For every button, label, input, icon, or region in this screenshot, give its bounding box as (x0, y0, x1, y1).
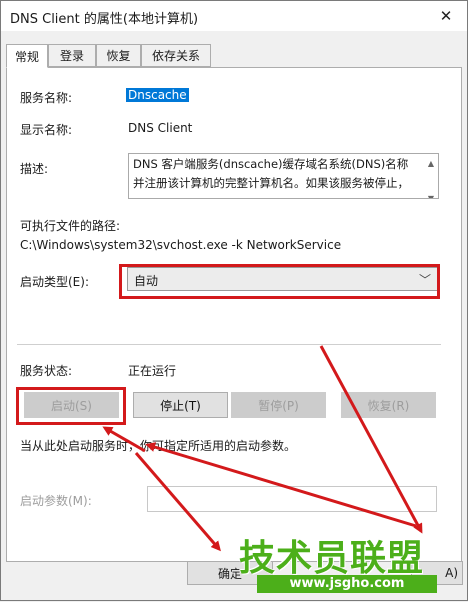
chevron-down-icon[interactable]: ﹀ (419, 271, 431, 288)
service-name-value[interactable]: Dnscache (126, 88, 189, 102)
window-title: DNS Client 的属性(本地计算机) (10, 12, 199, 27)
pause-button[interactable]: 暂停(P) (231, 392, 326, 418)
tab-recovery[interactable]: 恢复 (96, 44, 141, 67)
start-button[interactable]: 启动(S) (24, 392, 119, 418)
general-panel: 服务名称: Dnscache 显示名称: DNS Client 描述: DNS … (6, 67, 462, 562)
service-status-label: 服务状态: (20, 364, 73, 378)
close-icon[interactable]: ✕ (425, 1, 467, 31)
tab-dependencies[interactable]: 依存关系 (141, 44, 211, 67)
description-label: 描述: (20, 162, 49, 176)
start-params-input[interactable] (147, 486, 437, 512)
properties-window: DNS Client 的属性(本地计算机) ✕ 常规 登录 恢复 依存关系 服务… (0, 0, 468, 601)
description-line-1: DNS 客户端服务(dnscache)缓存域名系统(DNS)名称 (133, 157, 409, 171)
display-name-value[interactable]: DNS Client (128, 121, 192, 135)
resume-button[interactable]: 恢复(R) (341, 392, 436, 418)
description-box[interactable]: DNS 客户端服务(dnscache)缓存域名系统(DNS)名称 并注册该计算机… (128, 153, 439, 199)
tab-logon[interactable]: 登录 (48, 44, 96, 67)
exe-path-value[interactable]: C:\Windows\system32\svchost.exe -k Netwo… (20, 238, 341, 252)
watermark-text: 技术员联盟 (239, 538, 425, 579)
scroll-up-icon[interactable]: ▲ (424, 154, 438, 173)
startup-type-value: 自动 (134, 274, 159, 288)
scroll-down-icon[interactable]: ▼ (424, 189, 438, 198)
watermark-logo: 技术员联盟 www.jsgho.com (239, 529, 459, 599)
title-bar: DNS Client 的属性(本地计算机) ✕ (1, 1, 467, 31)
startup-type-combo[interactable]: 自动 ﹀ (127, 267, 438, 291)
stop-button[interactable]: 停止(T) (133, 392, 228, 418)
tab-general[interactable]: 常规 (6, 44, 48, 68)
description-scrollbar[interactable]: ▲ ▼ (424, 154, 438, 198)
display-name-label: 显示名称: (20, 123, 73, 137)
description-line-2: 并注册该计算机的完整计算机名。如果该服务被停止， (133, 176, 409, 190)
start-params-label: 启动参数(M): (20, 494, 92, 508)
watermark-url: www.jsgho.com (257, 575, 437, 593)
separator (17, 344, 441, 345)
service-status-value: 正在运行 (128, 364, 177, 378)
startup-type-label: 启动类型(E): (20, 275, 89, 289)
exe-path-label: 可执行文件的路径: (20, 219, 121, 233)
service-name-label: 服务名称: (20, 91, 73, 105)
start-params-hint: 当从此处启动服务时，你可指定所适用的启动参数。 (20, 439, 297, 453)
